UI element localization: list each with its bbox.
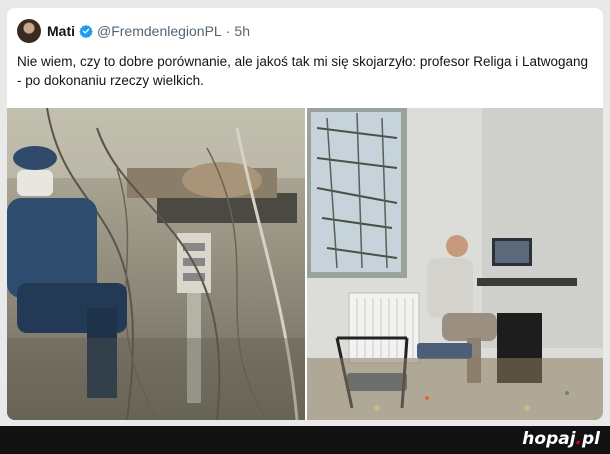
tweet-media[interactable]: [7, 108, 603, 420]
post-time[interactable]: 5h: [234, 23, 250, 39]
photo-surgeon[interactable]: [7, 108, 305, 420]
author-handle[interactable]: @FremdenlegionPL: [97, 23, 222, 39]
site-logo[interactable]: hopaj.pl: [522, 429, 600, 449]
logo-text: hopaj: [522, 429, 576, 449]
separator-dot: ·: [225, 23, 231, 39]
tweet-header: Mati @FremdenlegionPL · 5h: [17, 18, 250, 44]
verified-badge-icon: [79, 24, 93, 38]
photo-streamer-room[interactable]: [307, 108, 603, 420]
author-name[interactable]: Mati: [47, 23, 75, 39]
tweet-card: Mati @FremdenlegionPL · 5h Nie wiem, czy…: [7, 8, 603, 420]
logo-tld: pl: [582, 429, 600, 449]
tweet-text: Nie wiem, czy to dobre porównanie, ale j…: [17, 54, 589, 88]
avatar[interactable]: [17, 19, 41, 43]
footer-bar: hopaj.pl: [0, 426, 610, 454]
